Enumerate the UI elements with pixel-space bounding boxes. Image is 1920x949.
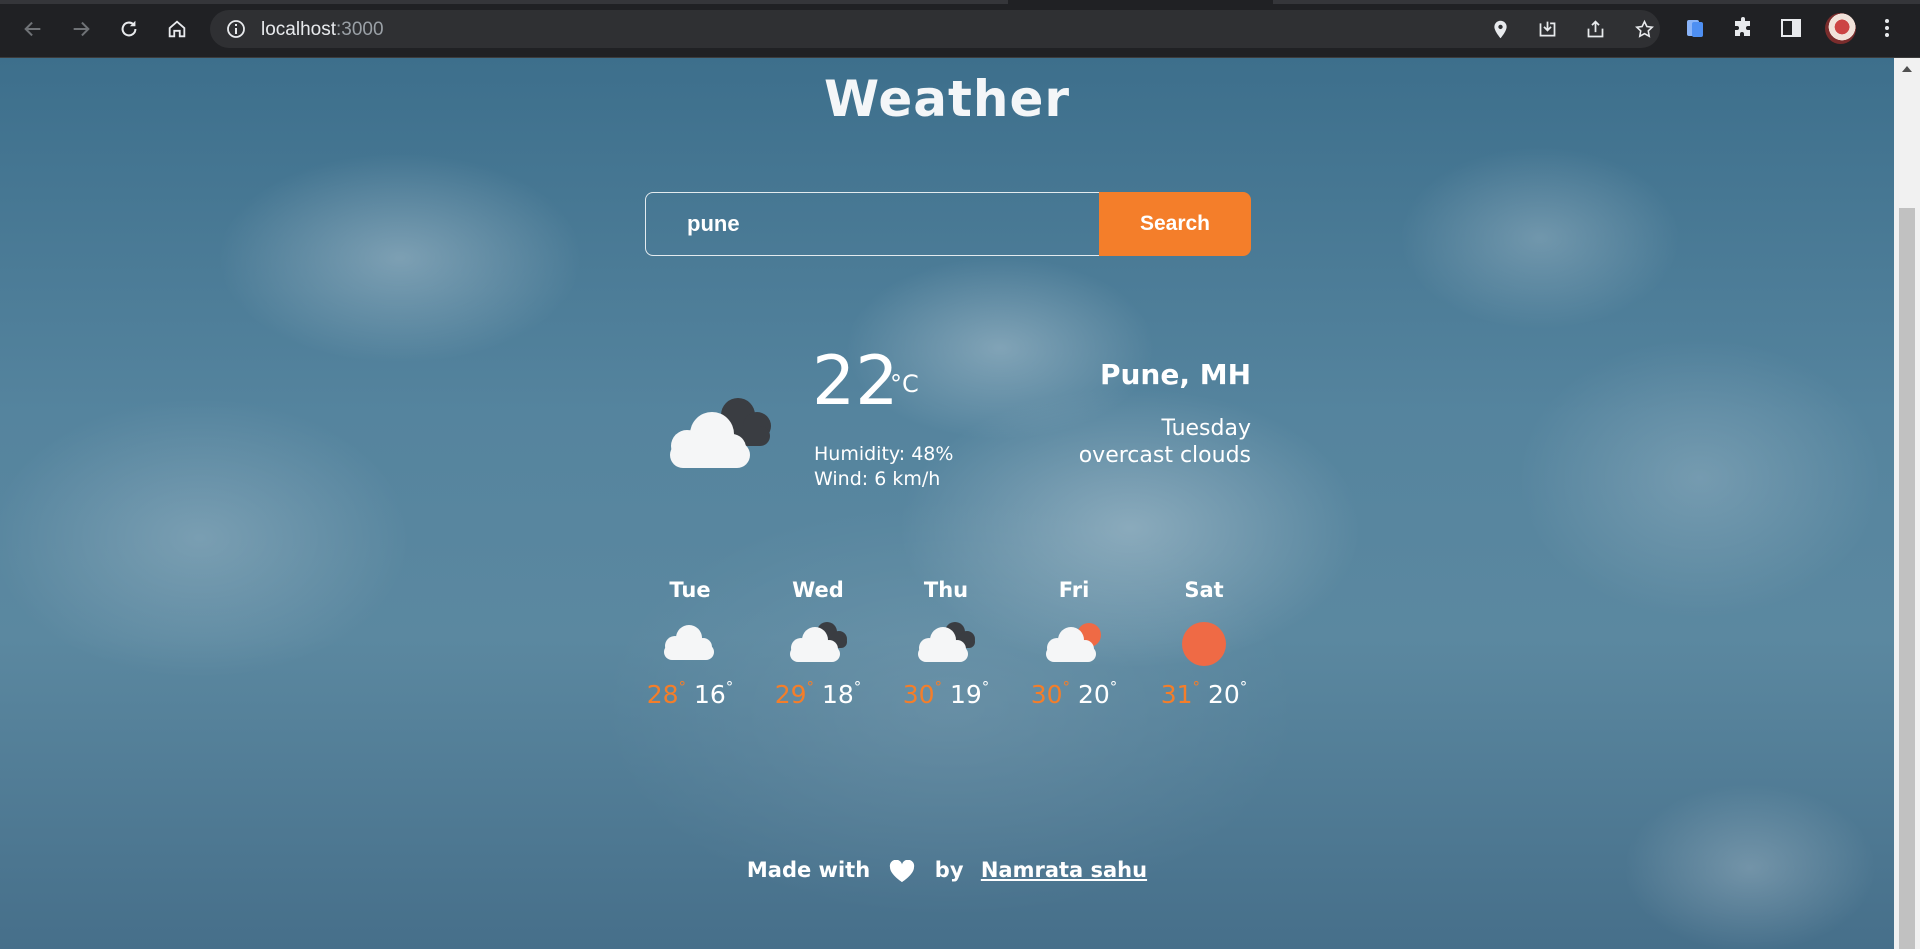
browser-toolbar: localhost:3000 — [0, 0, 1920, 58]
forward-icon — [73, 21, 90, 37]
tab-strip-hint — [1008, 0, 1273, 4]
menu-icon[interactable] — [1875, 16, 1899, 40]
page-title: Weather — [823, 70, 1071, 128]
heart-icon — [890, 859, 915, 882]
degree-symbol: ° — [853, 678, 862, 696]
sun-icon — [1182, 622, 1226, 666]
broken-clouds-icon — [670, 398, 771, 468]
forecast-high-value: 31 — [1160, 680, 1193, 709]
reload-button[interactable] — [112, 12, 146, 46]
forecast-temps: 30° 20° — [1019, 678, 1129, 709]
forecast-temps: 28° 16° — [635, 678, 745, 709]
forecast-low: 20° — [1077, 678, 1118, 709]
partly-cloudy-icon — [1046, 623, 1101, 662]
footer-by: by — [934, 858, 964, 882]
search-button[interactable]: Search — [1099, 192, 1251, 256]
forecast-day-label: Thu — [923, 578, 969, 602]
degree-symbol: ° — [934, 678, 943, 696]
install-icon[interactable] — [1537, 19, 1558, 40]
forecast-day-label: Sat — [1184, 578, 1224, 602]
degree-symbol: ° — [1109, 678, 1118, 696]
degree-symbol: ° — [806, 678, 815, 696]
forecast-day: Sat 31° 20° — [1149, 578, 1259, 709]
site-info-icon[interactable] — [226, 19, 246, 39]
temperature-unit: °C — [890, 370, 919, 398]
forecast-high: 29° — [774, 678, 815, 709]
degree-symbol: ° — [1192, 678, 1201, 696]
bookmark-star-icon[interactable] — [1634, 19, 1655, 40]
broken-clouds-icon — [918, 622, 975, 662]
footer: Made with by Namrata sahu — [0, 858, 1894, 883]
author-link[interactable]: Namrata sahu — [981, 858, 1147, 882]
forecast-low-value: 19 — [949, 680, 982, 709]
degree-symbol: ° — [1062, 678, 1071, 696]
share-icon[interactable] — [1585, 19, 1606, 40]
forecast-high-value: 29 — [774, 680, 807, 709]
forecast-day: Wed 29° 18° — [763, 578, 873, 709]
forecast-high: 31° — [1160, 678, 1201, 709]
forecast-day-label: Fri — [1058, 578, 1090, 602]
scrollbar-thumb[interactable] — [1899, 208, 1915, 949]
back-button[interactable] — [16, 12, 50, 46]
humidity-text: Humidity: 48% — [814, 443, 954, 465]
back-icon — [24, 21, 41, 37]
footer-made-with: Made with — [746, 858, 871, 882]
forecast-high: 30° — [902, 678, 943, 709]
degree-symbol: ° — [678, 678, 687, 696]
scroll-up-arrow[interactable] — [1902, 66, 1912, 72]
location-icon[interactable] — [1490, 19, 1511, 40]
weather-description: overcast clouds — [1078, 443, 1251, 468]
home-icon — [168, 20, 186, 38]
tab-strip-edge — [0, 0, 1920, 4]
forecast-low-value: 16 — [693, 680, 726, 709]
forecast-low-value: 18 — [821, 680, 854, 709]
page-scrollbar[interactable] — [1894, 58, 1920, 949]
url-host: localhost — [261, 19, 336, 40]
forecast-day: Fri 30° 20° — [1019, 578, 1129, 709]
forecast-high: 30° — [1030, 678, 1071, 709]
degree-symbol: ° — [981, 678, 990, 696]
forecast-day-label: Tue — [669, 578, 711, 602]
forecast-day-label: Wed — [792, 578, 844, 602]
forecast-day: Tue 28° 16° — [635, 578, 745, 709]
forecast-temps: 30° 19° — [891, 678, 1001, 709]
home-button[interactable] — [160, 12, 194, 46]
forecast-high-value: 28 — [646, 680, 679, 709]
puzzle-icon[interactable] — [1731, 16, 1755, 40]
forecast-high: 28° — [646, 678, 687, 709]
forecast-low-value: 20 — [1207, 680, 1240, 709]
address-bar[interactable]: localhost:3000 — [210, 10, 1660, 48]
forecast-temps: 31° 20° — [1149, 678, 1259, 709]
current-day: Tuesday — [1161, 416, 1251, 441]
url-text[interactable]: localhost:3000 — [261, 19, 384, 41]
forward-button[interactable] — [64, 12, 98, 46]
location-name: Pune, MH — [1099, 358, 1251, 391]
url-port: :3000 — [336, 19, 384, 40]
forecast-low-value: 20 — [1077, 680, 1110, 709]
side-panel-icon[interactable] — [1779, 16, 1803, 40]
degree-symbol: ° — [1239, 678, 1248, 696]
current-temperature: 22 — [812, 342, 899, 421]
forecast-low: 20° — [1207, 678, 1248, 709]
extension-icon[interactable] — [1683, 16, 1707, 40]
wind-text: Wind: 6 km/h — [814, 468, 941, 490]
cloud-icon — [664, 625, 714, 660]
reload-icon — [121, 20, 137, 37]
forecast-low: 18° — [821, 678, 862, 709]
forecast-high-value: 30 — [902, 680, 935, 709]
forecast-day: Thu 30° 19° — [891, 578, 1001, 709]
weather-page: Weather Search 22 °C Humidity: 48% Wind:… — [0, 58, 1894, 949]
forecast-low: 19° — [949, 678, 990, 709]
forecast-low: 16° — [693, 678, 734, 709]
degree-symbol: ° — [725, 678, 734, 696]
profile-avatar[interactable] — [1825, 13, 1856, 44]
forecast-temps: 29° 18° — [763, 678, 873, 709]
broken-clouds-icon — [790, 622, 847, 662]
city-search-input[interactable] — [645, 192, 1099, 256]
forecast-high-value: 30 — [1030, 680, 1063, 709]
